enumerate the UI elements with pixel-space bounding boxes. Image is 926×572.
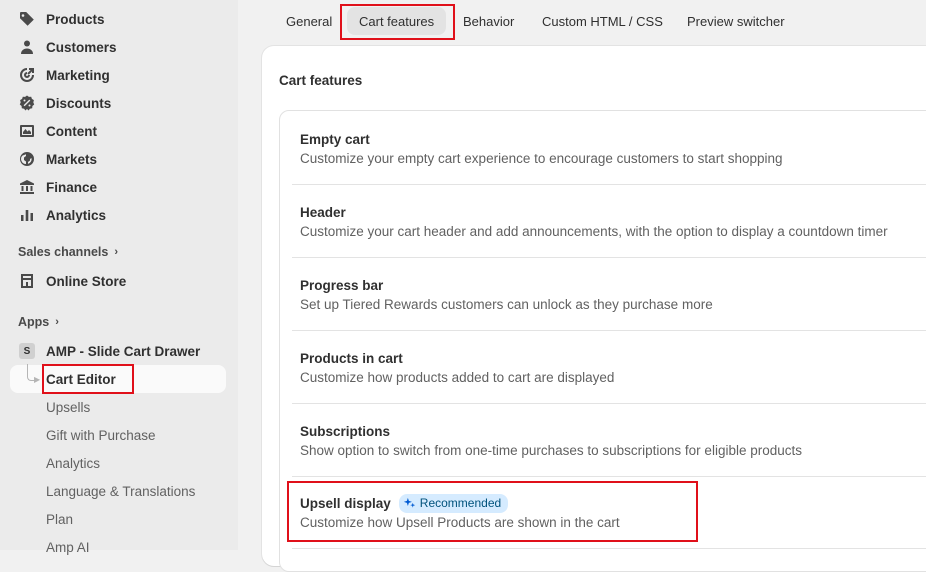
highlight-box-upsell (287, 481, 698, 542)
chevron-right-icon: › (114, 246, 118, 258)
sales-channels-label: Sales channels (18, 245, 109, 259)
feature-description: Customize how products added to cart are… (300, 370, 615, 385)
feature-empty-cart[interactable]: Empty cart Customize your empty cart exp… (300, 130, 783, 167)
feature-products-in-cart[interactable]: Products in cart Customize how products … (300, 349, 615, 386)
feature-description: Customize your empty cart experience to … (300, 151, 783, 166)
sidebar-item-analytics[interactable]: Analytics (18, 201, 106, 229)
divider (292, 476, 926, 477)
apps-label: Apps (18, 315, 50, 329)
sidebar-item-label: Content (46, 123, 97, 139)
sidebar-item-label: Finance (46, 179, 98, 195)
sidebar-item-label: Customers (46, 39, 117, 55)
sidebar-item-finance[interactable]: Finance (18, 173, 97, 201)
store-icon (18, 272, 36, 290)
sidebar-item-label: Online Store (46, 273, 127, 289)
divider (292, 257, 926, 258)
feature-title: Products in cart (300, 350, 403, 366)
sidebar-item-label: Analytics (46, 207, 107, 223)
sidebar-subitem-amp-ai[interactable]: Amp AI (46, 534, 90, 560)
sidebar-item-app[interactable]: S AMP - Slide Cart Drawer (18, 337, 200, 365)
tab-general[interactable]: General (274, 7, 344, 35)
divider (292, 548, 926, 549)
feature-subscriptions[interactable]: Subscriptions Show option to switch from… (300, 422, 802, 459)
sidebar-item-markets[interactable]: Markets (18, 145, 97, 173)
tree-arrow-icon: ▶ (34, 375, 41, 384)
highlight-box-tab (340, 4, 455, 40)
feature-title: Header (300, 204, 346, 220)
feature-header[interactable]: Header Customize your cart header and ad… (300, 203, 888, 240)
divider (292, 403, 926, 404)
sidebar-item-marketing[interactable]: Marketing (18, 61, 110, 89)
feature-title: Empty cart (300, 131, 370, 147)
tab-custom-html-css[interactable]: Custom HTML / CSS (530, 7, 675, 35)
sidebar-item-customers[interactable]: Customers (18, 33, 117, 61)
discount-icon (18, 94, 36, 112)
divider (292, 184, 926, 185)
globe-icon (18, 150, 36, 168)
sidebar-item-label: AMP - Slide Cart Drawer (46, 343, 201, 359)
sidebar-subitem-language-translations[interactable]: Language & Translations (46, 478, 195, 504)
feature-description: Set up Tiered Rewards customers can unlo… (300, 297, 713, 312)
apps-heading[interactable]: Apps › (18, 315, 59, 329)
app-badge: S (19, 343, 35, 359)
person-icon (18, 38, 36, 56)
sidebar-subitem-gift-with-purchase[interactable]: Gift with Purchase (46, 422, 156, 448)
sidebar-item-online-store[interactable]: Online Store (18, 267, 126, 295)
tab-preview-switcher[interactable]: Preview switcher (675, 7, 797, 35)
sidebar-item-label: Marketing (46, 67, 110, 83)
target-icon (18, 66, 36, 84)
sidebar-subitem-plan[interactable]: Plan (46, 506, 73, 532)
tag-icon (18, 10, 36, 28)
bar-chart-icon (18, 206, 36, 224)
sidebar-item-label: Products (46, 11, 105, 27)
app-icon: S (18, 342, 36, 360)
feature-title: Progress bar (300, 277, 384, 293)
feature-description: Customize your cart header and add annou… (300, 224, 888, 239)
sidebar-item-content[interactable]: Content (18, 117, 97, 145)
feature-title: Subscriptions (300, 423, 391, 439)
feature-progress-bar[interactable]: Progress bar Set up Tiered Rewards custo… (300, 276, 713, 313)
card-title: Cart features (279, 73, 363, 88)
bank-icon (18, 178, 36, 196)
sidebar-subitem-analytics[interactable]: Analytics (46, 450, 100, 476)
feature-description: Show option to switch from one-time purc… (300, 443, 802, 458)
sidebar-item-label: Markets (46, 151, 98, 167)
sidebar-item-label: Discounts (46, 95, 112, 111)
divider (292, 330, 926, 331)
sidebar-item-products[interactable]: Products (18, 5, 105, 33)
content-icon (18, 122, 36, 140)
sidebar-item-discounts[interactable]: Discounts (18, 89, 111, 117)
sales-channels-heading[interactable]: Sales channels › (18, 245, 118, 259)
sidebar: Products Customers Marketing Discounts C… (0, 0, 238, 555)
sidebar-subitem-upsells[interactable]: Upsells (46, 394, 90, 420)
chevron-right-icon: › (55, 316, 59, 328)
tab-behavior[interactable]: Behavior (451, 7, 526, 35)
highlight-box-cart-editor (42, 364, 134, 394)
